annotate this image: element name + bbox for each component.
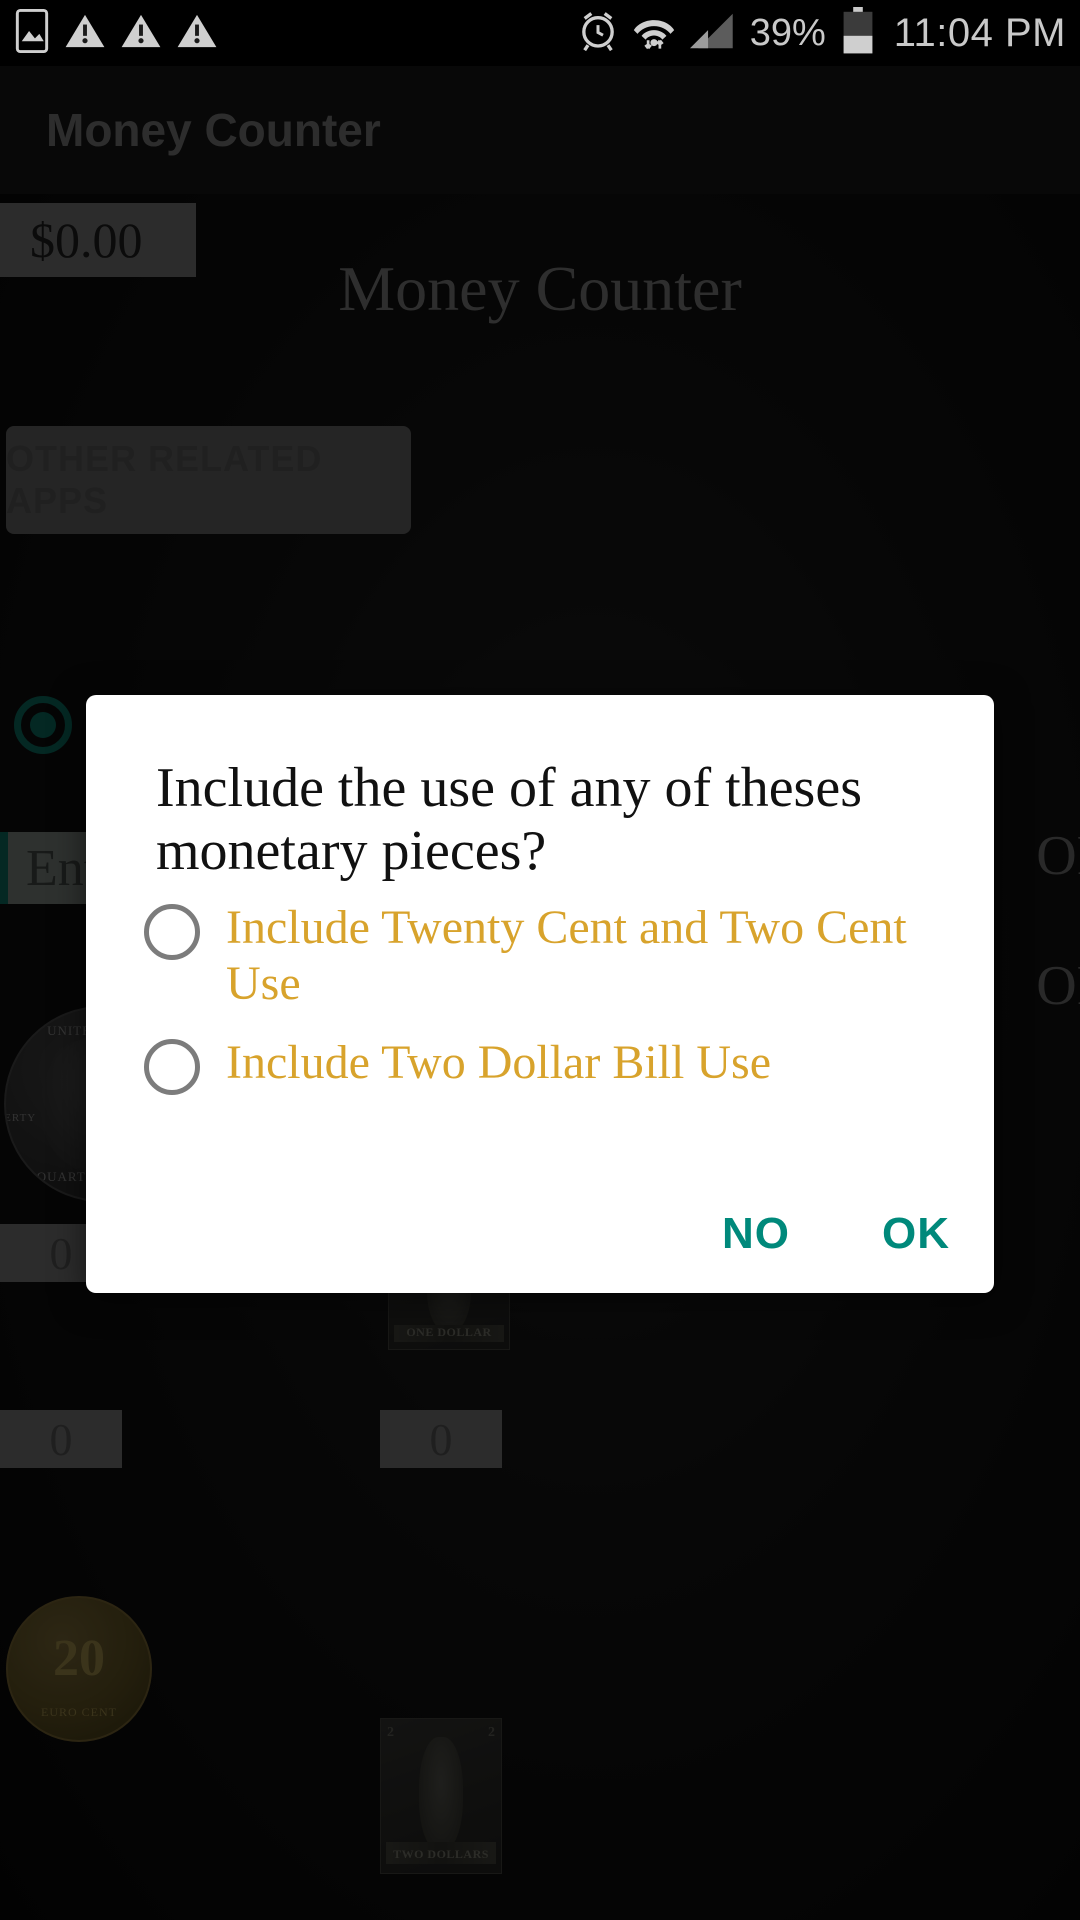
dialog-option-two-dollar-bill[interactable]: Include Two Dollar Bill Use bbox=[144, 1033, 964, 1095]
status-bar-system-icons: 39% 11:04 PM bbox=[578, 6, 1066, 60]
no-button[interactable]: NO bbox=[722, 1209, 790, 1259]
dialog-option-label: Include Two Dollar Bill Use bbox=[226, 1035, 771, 1089]
dialog-option-label: Include Twenty Cent and Two Cent Use bbox=[226, 901, 907, 1010]
cellular-signal-icon bbox=[689, 10, 736, 57]
alarm-icon bbox=[578, 10, 618, 57]
battery-icon bbox=[840, 6, 876, 60]
status-bar-clock: 11:04 PM bbox=[893, 10, 1066, 55]
dialog-action-bar: NO OK bbox=[722, 1209, 950, 1259]
status-bar-notification-icons bbox=[14, 8, 218, 58]
monetary-pieces-dialog: Include the use of any of theses monetar… bbox=[86, 695, 994, 1293]
status-bar: 39% 11:04 PM bbox=[0, 0, 1080, 66]
dialog-title: Include the use of any of theses monetar… bbox=[156, 757, 862, 882]
warning-icon bbox=[120, 11, 162, 56]
dialog-options-list: Include Twenty Cent and Two Cent Use Inc… bbox=[86, 882, 994, 1095]
image-icon bbox=[14, 8, 50, 58]
radio-button-icon[interactable] bbox=[144, 904, 200, 961]
ok-button[interactable]: OK bbox=[882, 1209, 950, 1259]
warning-icon bbox=[176, 11, 218, 56]
dialog-option-twenty-cent[interactable]: Include Twenty Cent and Two Cent Use bbox=[144, 898, 964, 1010]
wifi-icon bbox=[632, 10, 676, 57]
warning-icon bbox=[64, 11, 106, 56]
radio-button-icon[interactable] bbox=[144, 1038, 200, 1095]
battery-percentage-label: 39% bbox=[749, 11, 826, 54]
phone-screen: 39% 11:04 PM Money Counter $0.00 Money C… bbox=[0, 0, 1080, 1920]
